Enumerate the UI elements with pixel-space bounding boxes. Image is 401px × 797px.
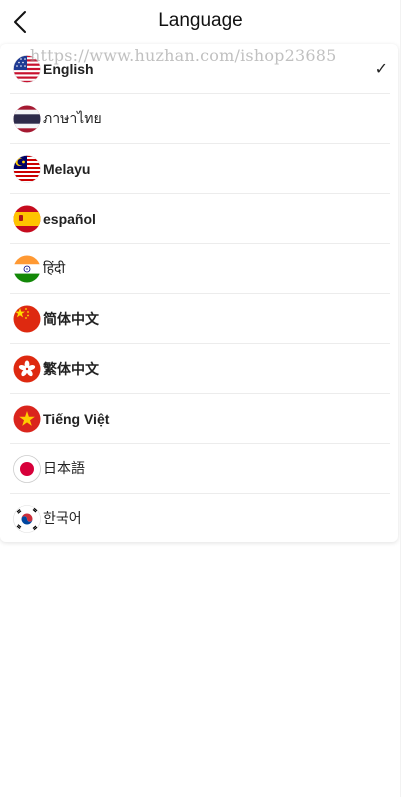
language-label: español bbox=[43, 211, 96, 227]
language-item-simplified-chinese[interactable]: 简体中文 bbox=[0, 294, 398, 344]
header: Language bbox=[0, 0, 401, 44]
language-label: Tiếng Việt bbox=[43, 411, 110, 427]
china-flag-icon bbox=[13, 305, 41, 333]
language-item-malay[interactable]: Melayu bbox=[0, 144, 398, 194]
language-item-thai[interactable]: ภาษาไทย bbox=[0, 94, 398, 144]
malaysia-flag-icon bbox=[13, 155, 41, 183]
spain-flag-icon bbox=[13, 205, 41, 233]
language-item-hindi[interactable]: हिंदी bbox=[0, 244, 398, 294]
thailand-flag-icon bbox=[13, 105, 41, 133]
korea-flag-icon bbox=[13, 505, 41, 533]
language-label: Melayu bbox=[43, 161, 91, 177]
hong-kong-flag-icon bbox=[13, 355, 41, 383]
language-item-korean[interactable]: 한국어 bbox=[0, 494, 398, 544]
india-flag-icon bbox=[13, 255, 41, 283]
language-label: 日本語 bbox=[43, 461, 85, 477]
language-item-traditional-chinese[interactable]: 繁体中文 bbox=[0, 344, 398, 394]
language-item-japanese[interactable]: 日本語 bbox=[0, 444, 398, 494]
language-label: ภาษาไทย bbox=[43, 111, 102, 127]
check-icon: ✓ bbox=[374, 59, 388, 78]
language-item-english[interactable]: English ✓ bbox=[0, 44, 398, 94]
vietnam-flag-icon bbox=[13, 405, 41, 433]
language-label: हिंदी bbox=[43, 261, 66, 277]
language-label: English bbox=[43, 61, 94, 77]
language-label: 简体中文 bbox=[43, 311, 99, 327]
language-list: English ✓ ภาษาไทย Melayu español हिंदी 简… bbox=[0, 44, 398, 542]
language-item-spanish[interactable]: español bbox=[0, 194, 398, 244]
language-label: 한국어 bbox=[43, 511, 82, 527]
us-flag-icon bbox=[13, 55, 41, 83]
language-item-vietnamese[interactable]: Tiếng Việt bbox=[0, 394, 398, 444]
page-title: Language bbox=[158, 10, 243, 31]
japan-flag-icon bbox=[13, 455, 41, 483]
language-label: 繁体中文 bbox=[43, 361, 99, 377]
